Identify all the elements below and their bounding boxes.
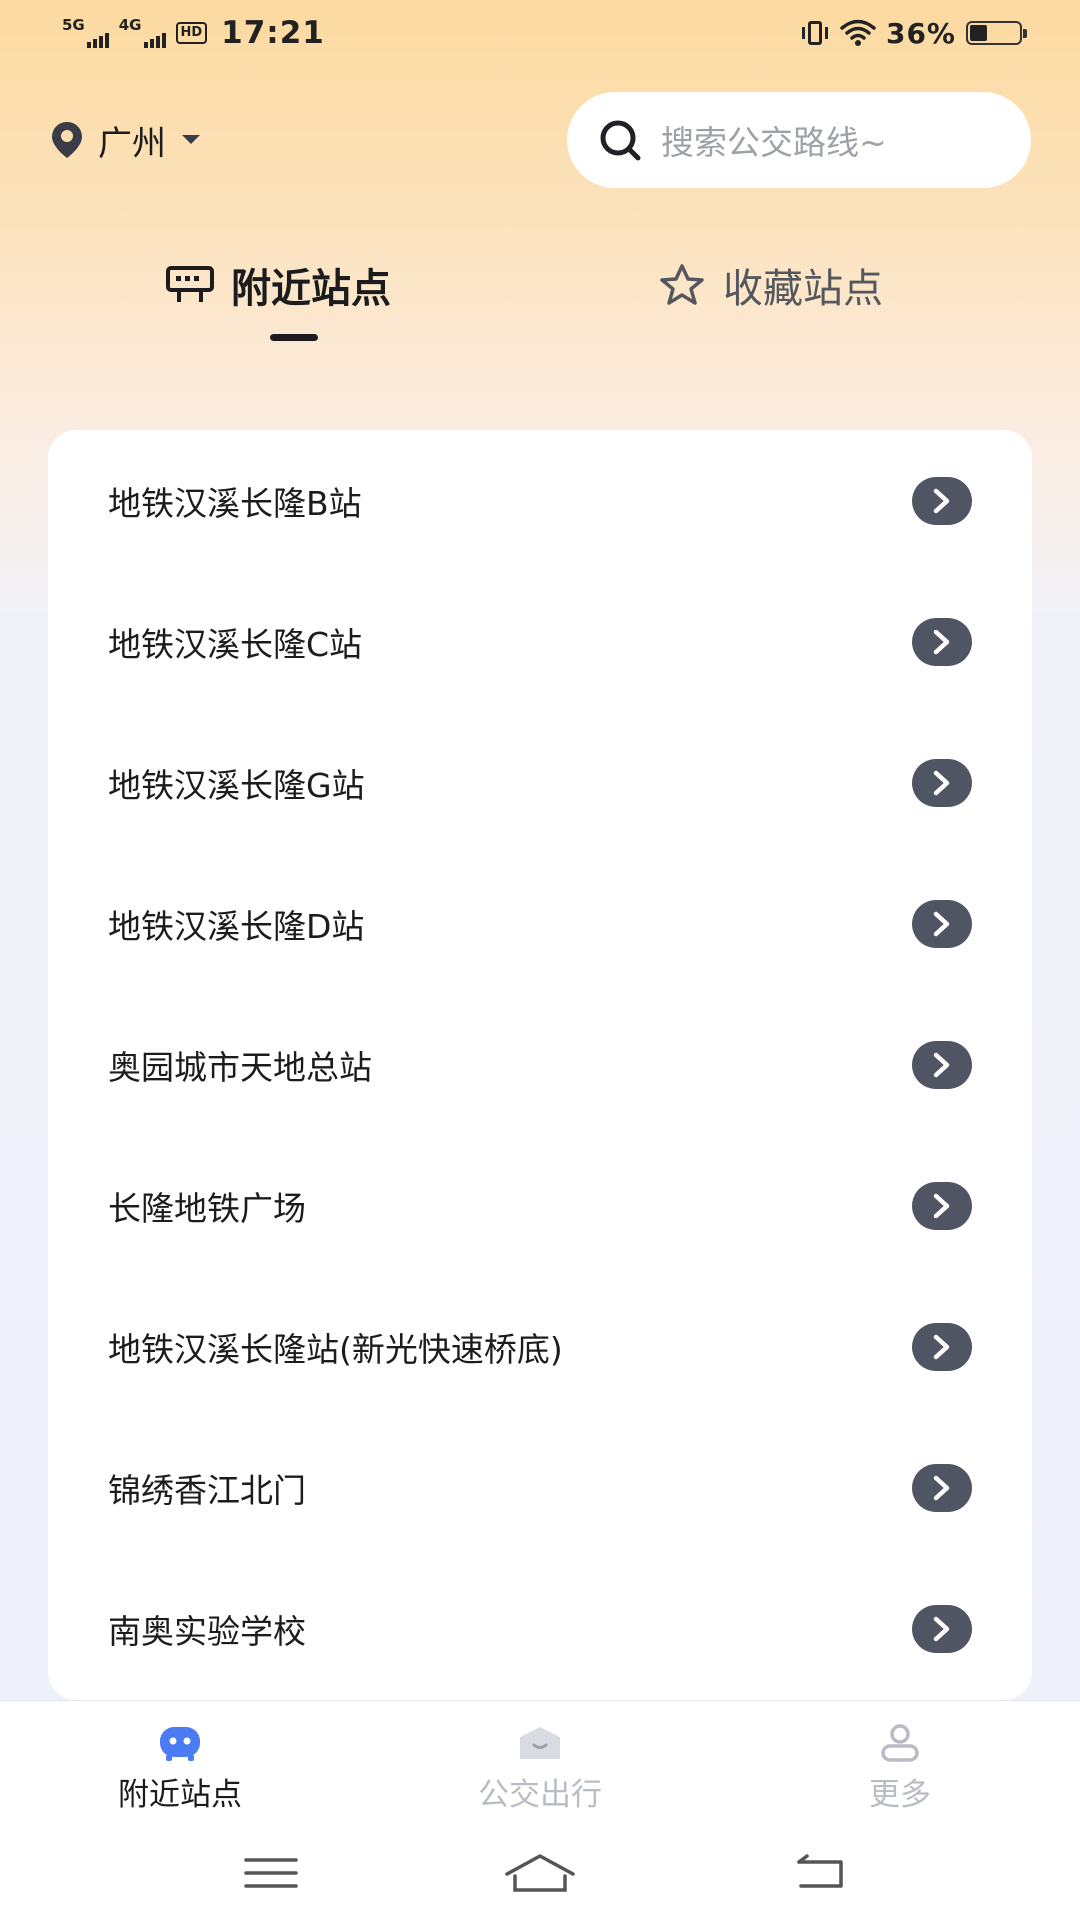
wifi-icon [840,19,876,46]
location-pin-icon [52,122,82,158]
battery-percent: 36% [885,16,956,50]
tab-label: 收藏站点 [723,266,883,312]
arrow-right-icon[interactable] [912,1322,972,1371]
menu-icon[interactable] [231,1848,311,1898]
arrow-right-icon[interactable] [912,1181,972,1230]
nav-label: 附近站点 [118,1777,242,1813]
bus-stop-sign-icon [166,266,214,302]
search-input[interactable]: 搜索公交路线~ [567,92,1031,188]
nav-item-nearby[interactable]: 附近站点 [80,1723,280,1814]
station-name: 长隆地铁广场 [108,1188,306,1228]
station-name: 南奥实验学校 [108,1611,306,1651]
list-item[interactable]: 南奥实验学校 [48,1558,1032,1699]
station-name: 奥园城市天地总站 [108,1047,372,1087]
status-time: 17:21 [221,15,325,51]
status-left: 5G 4G HD 17:21 [62,15,325,51]
nav-item-more[interactable]: 更多 [800,1723,1000,1814]
arrow-right-icon[interactable] [912,899,972,948]
bottom-nav: 附近站点 公交出行 更多 [0,1700,1080,1830]
station-name: 地铁汉溪长隆G站 [108,765,365,805]
list-item[interactable]: 地铁汉溪长隆B站 [48,430,1032,571]
arrow-right-icon[interactable] [912,758,972,807]
chevron-down-icon [182,135,200,144]
arrow-right-icon[interactable] [912,1463,972,1512]
station-name: 地铁汉溪长隆B站 [108,483,362,523]
list-item[interactable]: 地铁汉溪长隆D站 [48,853,1032,994]
vibrate-icon [800,18,830,48]
arrow-right-icon[interactable] [912,1040,972,1089]
status-right: 36% [800,16,1027,50]
city-name: 广州 [98,123,166,164]
home-icon[interactable] [500,1848,580,1898]
arrow-right-icon[interactable] [912,617,972,666]
tab-nearby-stations[interactable]: 附近站点 [165,255,391,315]
list-item[interactable]: 长隆地铁广场 [48,1135,1032,1276]
signal-4g-icon: 4G [119,18,166,48]
status-bar: 5G 4G HD 17:21 36% [0,0,1080,66]
search-icon [600,120,641,161]
list-item[interactable]: 锦绣香江北门 [48,1417,1032,1558]
battery-fill [970,25,988,41]
back-icon[interactable] [782,1848,862,1898]
tab-favorite-stations[interactable]: 收藏站点 [657,255,883,315]
station-list: 地铁汉溪长隆B站 地铁汉溪长隆C站 地铁汉溪长隆G站 地铁汉溪长隆D站 奥园城市… [48,430,1032,1700]
hd-voice-icon: HD [175,22,208,44]
net-label-4g: 4G [118,16,142,34]
station-name: 锦绣香江北门 [108,1470,306,1510]
nav-label: 更多 [869,1777,931,1813]
nav-item-bus-travel[interactable]: 公交出行 [440,1723,640,1814]
active-tab-indicator [270,334,318,341]
tab-label: 附近站点 [231,266,391,312]
nav-label: 公交出行 [478,1777,602,1813]
list-item[interactable]: 地铁汉溪长隆C站 [48,571,1032,712]
list-item[interactable]: 奥园城市天地总站 [48,994,1032,1135]
user-icon [881,1724,919,1762]
net-label-5g: 5G [62,16,85,34]
search-placeholder: 搜索公交路线~ [661,123,887,162]
battery-icon [966,21,1027,45]
city-selector[interactable]: 广州 [50,112,202,168]
station-name: 地铁汉溪长隆C站 [108,624,363,664]
list-item[interactable]: 地铁汉溪长隆G站 [48,712,1032,853]
system-nav-bar [0,1830,1080,1920]
star-icon [660,264,704,305]
arrow-right-icon[interactable] [912,1604,972,1653]
station-name: 地铁汉溪长隆站(新光快速桥底) [108,1329,563,1369]
arrow-right-icon[interactable] [912,476,972,525]
nearby-bus-icon [160,1727,200,1761]
bus-travel-icon [520,1727,560,1759]
station-name: 地铁汉溪长隆D站 [108,906,365,946]
list-item[interactable]: 地铁汉溪长隆站(新光快速桥底) [48,1276,1032,1417]
signal-5g-icon: 5G [62,18,109,48]
